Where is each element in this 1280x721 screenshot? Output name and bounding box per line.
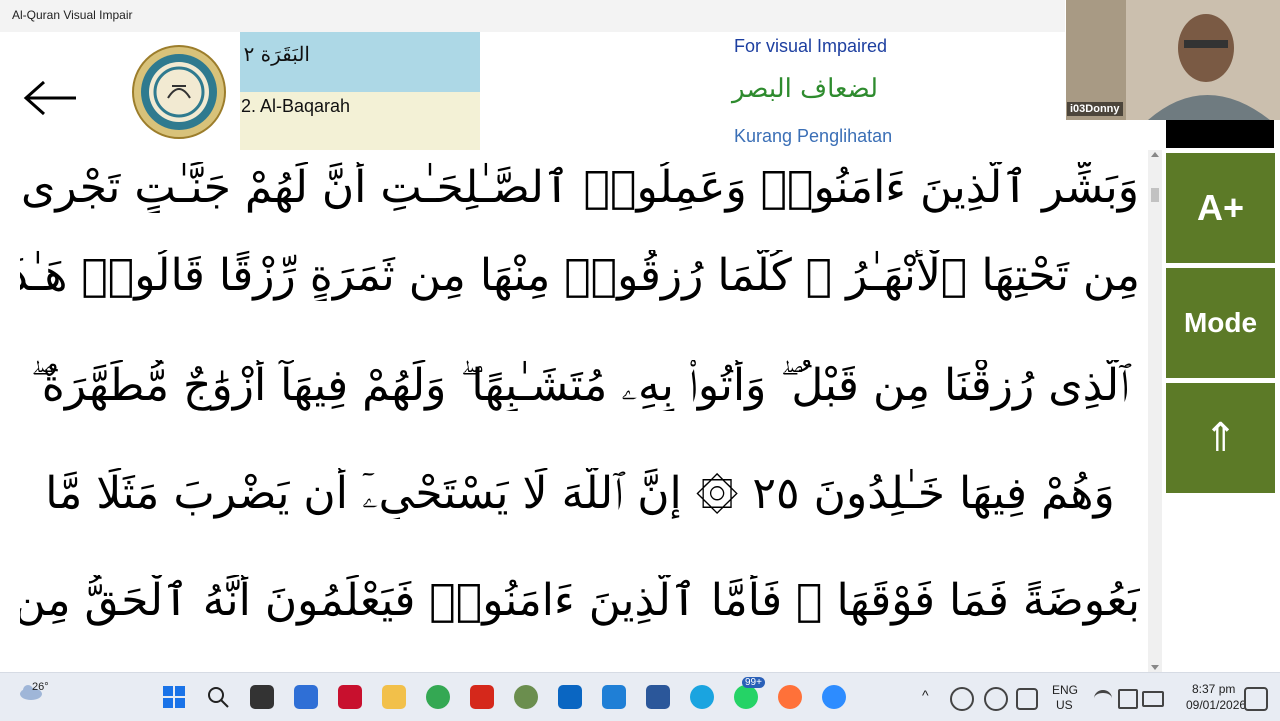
notification-icon[interactable] — [1244, 687, 1268, 711]
acrobat-icon[interactable] — [470, 685, 494, 709]
tagline-english: For visual Impaired — [734, 36, 888, 56]
quran-emblem-logo — [128, 42, 230, 142]
arrow-left-icon — [23, 80, 76, 116]
word-icon[interactable] — [646, 685, 670, 709]
clock-app-icon[interactable] — [558, 685, 582, 709]
task-view-icon[interactable] — [250, 685, 274, 709]
search-icon[interactable] — [206, 685, 230, 709]
scroll-thumb[interactable] — [1151, 188, 1159, 202]
wifi-icon[interactable] — [1094, 690, 1112, 707]
surah-english-name: 2. Al-Baqarah — [241, 96, 351, 116]
edge-icon[interactable] — [690, 685, 714, 709]
app-blue-icon[interactable] — [294, 685, 318, 709]
zoom-icon[interactable] — [822, 685, 846, 709]
quran-line: وَبَشِّرِ ٱلَّذِينَ ءَامَنُوا۟ وَعَمِلُو… — [20, 162, 1140, 213]
surah-arabic-panel: البَقَرَة ٢ — [240, 32, 480, 92]
whatsapp-icon[interactable]: 99+ — [734, 677, 765, 709]
surah-english-panel: 2. Al-Baqarah — [240, 92, 480, 150]
back-button[interactable] — [18, 76, 82, 120]
scroll-up-icon[interactable] — [1151, 152, 1159, 157]
clock-time[interactable]: 8:37 pm — [1192, 682, 1235, 696]
webcam-overlay: i03Donny — [1066, 0, 1280, 120]
language-primary[interactable]: ENG — [1052, 683, 1078, 697]
mcafee-icon[interactable] — [338, 685, 362, 709]
volume-icon[interactable] — [1118, 689, 1138, 709]
scroll-down-icon[interactable] — [1151, 665, 1159, 670]
firefox-icon[interactable] — [778, 685, 802, 709]
clock-date[interactable]: 09/01/2026 — [1186, 698, 1246, 712]
mode-button[interactable]: Mode — [1166, 268, 1275, 378]
battery-icon[interactable] — [1142, 691, 1164, 707]
weather-widget[interactable]: 26° — [18, 681, 49, 705]
quran-line: بَعُوضَةً فَمَا فَوْقَهَا ۚ فَأَمَّا ٱلَ… — [20, 575, 1140, 626]
quran-app-icon[interactable] — [514, 685, 538, 709]
font-increase-button[interactable]: A+ — [1166, 153, 1275, 263]
tagline-indonesian: Kurang Penglihatan — [734, 126, 893, 146]
tagline-arabic: لضعاف البصر — [732, 74, 879, 104]
whatsapp-badge: 99+ — [742, 677, 765, 688]
sync-icon[interactable] — [984, 687, 1008, 711]
quran-line: وَهُمْ فِيهَا خَـٰلِدُونَ ٢٥ ۞ إِنَّ ٱلل… — [45, 468, 1115, 519]
language-secondary[interactable]: US — [1056, 698, 1073, 712]
window-titlebar: Al-Quran Visual Impair — [0, 0, 1065, 32]
windows-start-icon[interactable] — [162, 685, 186, 709]
vertical-scrollbar[interactable] — [1148, 150, 1162, 672]
temperature-text: 26° — [32, 681, 49, 693]
windows-taskbar: 26° 99+ ^ ENG US 8:37 pm 09/01/2026 — [0, 672, 1280, 721]
file-explorer-icon[interactable] — [382, 685, 406, 709]
side-panel-header — [1166, 120, 1274, 148]
window-title: Al-Quran Visual Impair — [12, 8, 133, 22]
no-network-icon[interactable] — [950, 687, 974, 711]
quran-line: ٱلَّذِى رُزِقْنَا مِن قَبْلُ ۖ وَأُتُوا۟… — [30, 360, 1130, 411]
chrome-icon[interactable] — [426, 685, 450, 709]
webcam-name: i03Donny — [1067, 102, 1123, 116]
quran-text-area[interactable]: وَبَشِّرِ ٱلَّذِينَ ءَامَنُوا۟ وَعَمِلُو… — [0, 150, 1148, 670]
quran-line: مِن تَحْتِهَا ٱلْأَنْهَـٰرُ ۖ كُلَّمَا ر… — [20, 250, 1140, 301]
surah-arabic-name: البَقَرَة ٢ — [243, 42, 310, 66]
tray-app-icon[interactable] — [1016, 688, 1038, 710]
scroll-top-button[interactable]: ⇑ — [1166, 383, 1275, 493]
remote-app-icon[interactable] — [602, 685, 626, 709]
chevron-up-icon[interactable]: ^ — [922, 687, 929, 703]
